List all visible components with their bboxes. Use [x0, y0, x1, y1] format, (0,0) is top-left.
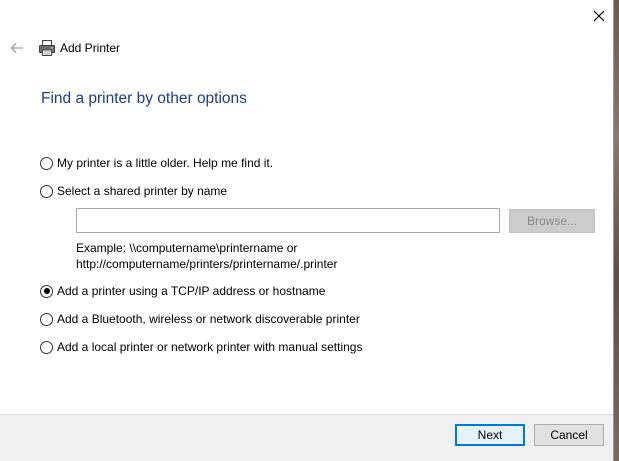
option-label: My printer is a little older. Help me fi…	[57, 156, 274, 170]
shared-printer-name-input[interactable]	[76, 208, 500, 233]
next-button[interactable]: Next	[455, 424, 525, 446]
option-label: Add a Bluetooth, wireless or network dis…	[57, 312, 360, 326]
option-tcpip[interactable]: Add a printer using a TCP/IP address or …	[40, 283, 325, 299]
printer-icon	[39, 40, 55, 56]
radio-shared-printer[interactable]	[40, 184, 53, 198]
option-label: Add a local printer or network printer w…	[57, 340, 363, 354]
add-printer-window: Add Printer Find a printer by other opti…	[0, 0, 619, 461]
page-title: Find a printer by other options	[41, 90, 247, 107]
option-shared-printer[interactable]: Select a shared printer by name	[40, 183, 227, 199]
radio-tcpip[interactable]	[40, 284, 53, 298]
radio-local-manual[interactable]	[40, 340, 53, 354]
close-button[interactable]	[585, 4, 613, 28]
back-button[interactable]	[7, 38, 27, 58]
example-line-1: Example: \\computername\printername or	[76, 241, 298, 255]
close-icon	[593, 10, 605, 22]
cancel-button[interactable]: Cancel	[534, 424, 604, 446]
arrow-left-icon	[10, 43, 23, 53]
option-older-printer[interactable]: My printer is a little older. Help me fi…	[40, 155, 273, 171]
option-local-manual[interactable]: Add a local printer or network printer w…	[40, 339, 362, 355]
desktop-background	[614, 0, 619, 461]
window-title: Add Printer	[60, 41, 121, 55]
option-bluetooth-wireless[interactable]: Add a Bluetooth, wireless or network dis…	[40, 311, 360, 327]
radio-older-printer[interactable]	[40, 156, 53, 170]
option-label: Add a printer using a TCP/IP address or …	[57, 284, 326, 298]
example-line-2: http://computername/printers/printername…	[76, 257, 338, 271]
option-label: Select a shared printer by name	[57, 184, 228, 198]
radio-bluetooth-wireless[interactable]	[40, 312, 53, 326]
dialog-frame: Add Printer Find a printer by other opti…	[0, 0, 614, 461]
example-text: Example: \\computername\printername or h…	[76, 240, 337, 272]
browse-button[interactable]: Browse...	[509, 209, 595, 233]
